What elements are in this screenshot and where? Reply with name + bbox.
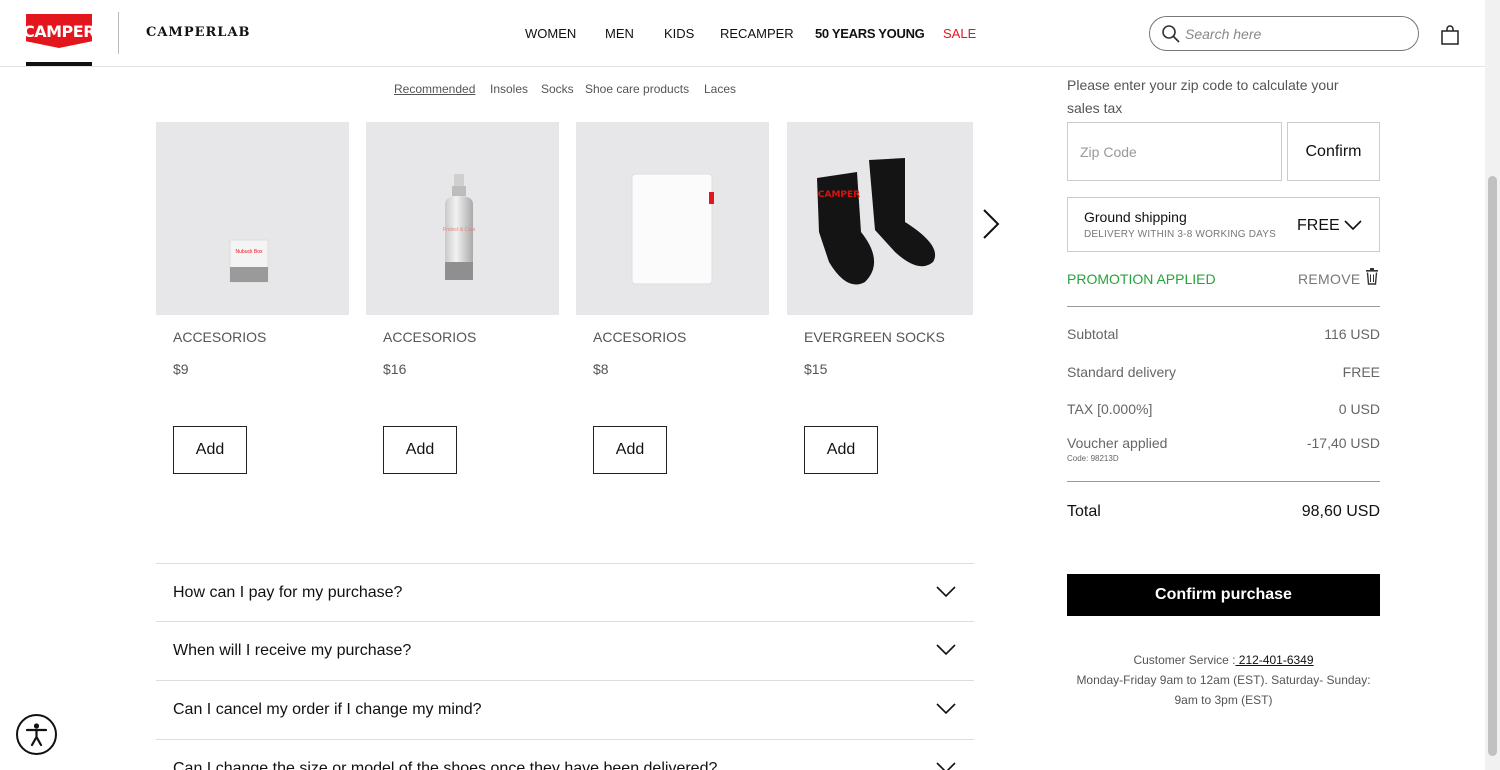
nav-item-recamper[interactable]: RECAMPER [720, 26, 794, 41]
trash-icon[interactable] [1365, 268, 1379, 285]
faq-item[interactable]: Can I cancel my order if I change my min… [156, 680, 974, 739]
delivery-label: Standard delivery [1067, 364, 1176, 380]
total-label: Total [1067, 503, 1101, 520]
bottle-label: Protect & Care [443, 227, 476, 233]
product-name[interactable]: ACCESORIOS [593, 329, 686, 345]
product-card: CAMPER EVERGREEN SOCKS $15 Add [787, 122, 980, 474]
add-to-cart-button[interactable]: Add [383, 426, 457, 474]
product-image-nubuck-box[interactable]: Nubuck Box [156, 122, 349, 315]
search-input[interactable] [1185, 25, 1405, 43]
customer-service-label: Customer Service : [1133, 653, 1236, 667]
voucher-label: Voucher applied [1067, 435, 1168, 451]
nav-item-sale[interactable]: SALE [943, 26, 976, 41]
customer-service-hours: Monday-Friday 9am to 12am (EST). Saturda… [1076, 673, 1371, 707]
tab-laces[interactable]: Laces [704, 82, 736, 96]
faq-question[interactable]: When will I receive my purchase? [173, 642, 411, 660]
add-to-cart-button[interactable]: Add [804, 426, 878, 474]
sock-logo: CAMPER [818, 190, 860, 200]
box-label: Nubuck Box [236, 249, 263, 255]
nav-item-kids[interactable]: KIDS [664, 26, 694, 41]
remove-promotion-link[interactable]: REMOVE [1298, 271, 1360, 287]
shipping-method-select[interactable]: Ground shipping DELIVERY WITHIN 3-8 WORK… [1067, 197, 1380, 252]
shipping-title: Ground shipping [1084, 209, 1187, 225]
nubuck-box-illustration: Nubuck Box [229, 239, 269, 283]
product-image-black-socks[interactable]: CAMPER [787, 122, 973, 315]
scrollbar-thumb[interactable] [1488, 176, 1497, 756]
promotion-applied-label: PROMOTION APPLIED [1067, 271, 1216, 287]
product-card: Protect & Care ACCESORIOS $16 Add [366, 122, 559, 474]
product-image-spray-bottle[interactable]: Protect & Care [366, 122, 559, 315]
delivery-value: FREE [1342, 364, 1380, 380]
zip-code-field[interactable] [1067, 122, 1282, 181]
faq-question[interactable]: How can I pay for my purchase? [173, 584, 402, 602]
chevron-down-icon[interactable] [936, 586, 956, 598]
logo-active-indicator [26, 62, 92, 66]
confirm-purchase-button[interactable]: Confirm purchase [1067, 574, 1380, 616]
total-value: 98,60 USD [1301, 503, 1380, 520]
faq-question[interactable]: Can I change the size or model of the sh… [173, 760, 717, 770]
voucher-code: Code: 98213D [1067, 454, 1119, 463]
product-image-cloth-bag[interactable] [576, 122, 769, 315]
product-price: $15 [804, 361, 828, 377]
chevron-down-icon[interactable] [1344, 220, 1362, 231]
product-price: $9 [173, 361, 189, 377]
black-socks-illustration: CAMPER [817, 158, 936, 285]
nav-item-men[interactable]: MEN [605, 26, 634, 41]
shopping-bag-icon[interactable] [1440, 24, 1460, 46]
accessibility-button[interactable] [16, 714, 57, 755]
zip-confirm-button[interactable]: Confirm [1287, 122, 1380, 181]
cloth-bag-illustration [631, 173, 714, 285]
carousel-next-icon[interactable] [980, 206, 1002, 242]
product-name[interactable]: EVERGREEN SOCKS [804, 329, 945, 345]
nav-item-50-years-young[interactable]: 50 YEARS YOUNG [815, 26, 925, 41]
divider [1067, 306, 1380, 307]
customer-service-phone-link[interactable]: 212-401-6349 [1235, 653, 1314, 667]
chevron-down-icon[interactable] [936, 762, 956, 770]
product-name[interactable]: ACCESORIOS [173, 329, 266, 345]
search-box[interactable] [1149, 16, 1419, 51]
product-price: $16 [383, 361, 407, 377]
add-to-cart-button[interactable]: Add [173, 426, 247, 474]
tab-recommended[interactable]: Recommended [394, 82, 475, 96]
faq-item[interactable]: How can I pay for my purchase? [156, 563, 974, 622]
chevron-down-icon[interactable] [936, 644, 956, 656]
voucher-value: -17,40 USD [1306, 435, 1380, 451]
search-icon [1162, 25, 1180, 43]
zip-code-note: Please enter your zip code to calculate … [1067, 77, 1339, 116]
tax-value: 0 USD [1338, 401, 1380, 417]
product-name[interactable]: ACCESORIOS [383, 329, 476, 345]
tab-socks[interactable]: Socks [541, 82, 574, 96]
tax-label: TAX [0.000%] [1067, 401, 1153, 417]
product-card: ACCESORIOS $8 Add [576, 122, 769, 474]
subtotal-label: Subtotal [1067, 326, 1119, 342]
product-price: $8 [593, 361, 609, 377]
shipping-price: FREE [1297, 217, 1340, 234]
spray-bottle-illustration: Protect & Care [443, 174, 476, 280]
page-scrollbar[interactable] [1485, 0, 1500, 770]
faq-item[interactable]: When will I receive my purchase? [156, 621, 974, 680]
nav-item-women[interactable]: WOMEN [525, 26, 576, 41]
faq-question[interactable]: Can I cancel my order if I change my min… [173, 701, 482, 719]
shipping-delivery-time: DELIVERY WITHIN 3-8 WORKING DAYS [1084, 229, 1276, 240]
site-header: CAMPER CAMPERLAB WOMEN MEN KIDS RECAMPER… [0, 0, 1485, 67]
subtotal-value: 116 USD [1324, 326, 1380, 342]
faq-item[interactable]: Can I change the size or model of the sh… [156, 739, 974, 770]
chevron-down-icon[interactable] [936, 703, 956, 715]
tab-insoles[interactable]: Insoles [490, 82, 528, 96]
product-card: Nubuck Box ACCESORIOS $9 Add [156, 122, 349, 474]
customer-service-info: Customer Service : 212-401-6349 Monday-F… [1067, 650, 1380, 710]
add-to-cart-button[interactable]: Add [593, 426, 667, 474]
tab-shoe-care-products[interactable]: Shoe care products [585, 82, 689, 96]
divider [1067, 481, 1380, 482]
accessibility-icon [25, 723, 48, 747]
